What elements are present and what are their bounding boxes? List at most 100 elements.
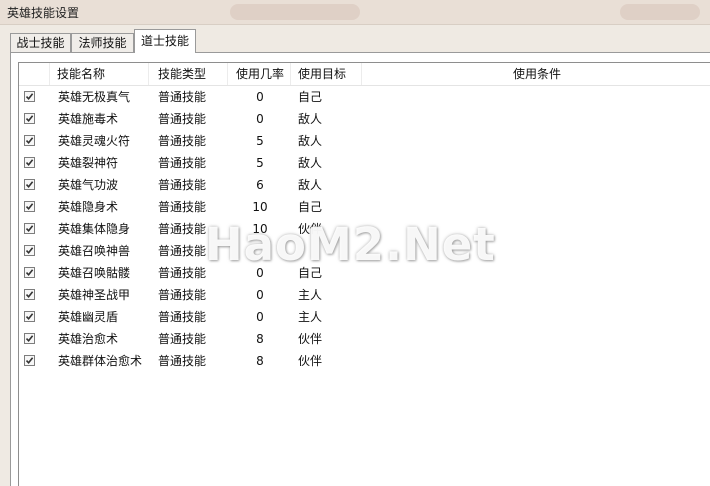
cell-skill-type: 普通技能: [158, 354, 207, 368]
cell-use-target: 自己: [298, 90, 323, 104]
table-row[interactable]: 英雄灵魂火符 普通技能 5 敌人: [19, 130, 710, 152]
cell-use-rate: 5: [256, 134, 264, 148]
cell-skill-type: 普通技能: [158, 244, 207, 258]
table-row[interactable]: 英雄幽灵盾 普通技能 0 主人: [19, 306, 710, 328]
row-checkbox[interactable]: [24, 201, 35, 212]
table-row[interactable]: 英雄召唤神兽 普通技能: [19, 240, 710, 262]
header-use-target[interactable]: 使用目标: [292, 63, 362, 85]
cell-skill-name: 英雄群体治愈术: [58, 354, 143, 368]
header-use-condition[interactable]: 使用条件: [363, 63, 710, 85]
table-row[interactable]: 英雄裂神符 普通技能 5 敌人: [19, 152, 710, 174]
cell-use-target: 敌人: [298, 156, 323, 170]
header-use-rate[interactable]: 使用几率: [229, 63, 291, 85]
table-row[interactable]: 英雄集体隐身 普通技能 10 伙伴: [19, 218, 710, 240]
tab-taoist-skills[interactable]: 道士技能: [134, 29, 196, 53]
skill-table: 技能名称 技能类型 使用几率 使用目标 使用条件 英雄无极真气 普通技能 0 自己 英雄…: [18, 62, 710, 486]
row-checkbox[interactable]: [24, 113, 35, 124]
cell-skill-name: 英雄隐身术: [58, 200, 119, 214]
row-checkbox[interactable]: [24, 355, 35, 366]
cell-skill-name: 英雄幽灵盾: [58, 310, 119, 324]
row-checkbox[interactable]: [24, 267, 35, 278]
cell-skill-type: 普通技能: [158, 266, 207, 280]
table-row[interactable]: 英雄召唤骷髅 普通技能 0 自己: [19, 262, 710, 284]
cell-use-rate: 0: [256, 288, 264, 302]
cell-use-target: 主人: [298, 310, 323, 324]
cell-use-condition: [369, 174, 709, 196]
title-bar: 英雄技能设置: [0, 0, 710, 25]
cell-use-target: 伙伴: [298, 222, 323, 236]
row-checkbox[interactable]: [24, 135, 35, 146]
cell-use-rate: 5: [256, 156, 264, 170]
cell-use-condition: [369, 86, 709, 108]
window-title: 英雄技能设置: [7, 6, 80, 20]
row-checkbox[interactable]: [24, 91, 35, 102]
table-row[interactable]: 英雄隐身术 普通技能 10 自己: [19, 196, 710, 218]
row-checkbox[interactable]: [24, 157, 35, 168]
row-checkbox[interactable]: [24, 223, 35, 234]
cell-use-rate: 0: [256, 90, 264, 104]
header-checkbox-column[interactable]: [19, 63, 50, 85]
tab-warrior-skills[interactable]: 战士技能: [10, 33, 71, 52]
row-checkbox[interactable]: [24, 289, 35, 300]
cell-skill-name: 英雄召唤神兽: [58, 244, 131, 258]
cell-skill-name: 英雄裂神符: [58, 156, 119, 170]
tab-label: 道士技能: [140, 34, 189, 48]
cell-use-rate: 0: [256, 310, 264, 324]
cell-use-target: 敌人: [298, 134, 323, 148]
cell-skill-name: 英雄召唤骷髅: [58, 266, 131, 280]
row-checkbox[interactable]: [24, 311, 35, 322]
table-row[interactable]: 英雄神圣战甲 普通技能 0 主人: [19, 284, 710, 306]
cell-use-rate: 8: [256, 354, 264, 368]
cell-use-condition: [369, 262, 709, 284]
header-skill-type[interactable]: 技能类型: [150, 63, 228, 85]
cell-skill-name: 英雄神圣战甲: [58, 288, 131, 302]
row-checkbox[interactable]: [24, 245, 35, 256]
cell-use-rate: 10: [252, 200, 268, 214]
cell-use-condition: [369, 306, 709, 328]
table-row[interactable]: 英雄气功波 普通技能 6 敌人: [19, 174, 710, 196]
cell-use-condition: [369, 196, 709, 218]
row-checkbox[interactable]: [24, 333, 35, 344]
table-row[interactable]: 英雄施毒术 普通技能 0 敌人: [19, 108, 710, 130]
cell-skill-type: 普通技能: [158, 288, 207, 302]
cell-use-condition: [369, 350, 709, 372]
cell-use-condition: [369, 328, 709, 350]
table-row[interactable]: 英雄治愈术 普通技能 8 伙伴: [19, 328, 710, 350]
cell-skill-name: 英雄治愈术: [58, 332, 119, 346]
cell-skill-name: 英雄气功波: [58, 178, 119, 192]
table-row[interactable]: 英雄无极真气 普通技能 0 自己: [19, 86, 710, 108]
cell-use-condition: [369, 218, 709, 240]
tab-mage-skills[interactable]: 法师技能: [71, 33, 134, 52]
cell-skill-type: 普通技能: [158, 178, 207, 192]
blurred-background: [230, 4, 360, 20]
cell-use-target: 伙伴: [298, 354, 323, 368]
cell-use-target: [298, 240, 362, 262]
cell-use-rate: 0: [256, 266, 264, 280]
cell-skill-type: 普通技能: [158, 112, 207, 126]
cell-skill-type: 普通技能: [158, 200, 207, 214]
cell-skill-type: 普通技能: [158, 332, 207, 346]
cell-use-target: 伙伴: [298, 332, 323, 346]
cell-use-target: 自己: [298, 200, 323, 214]
cell-skill-name: 英雄灵魂火符: [58, 134, 131, 148]
row-checkbox[interactable]: [24, 179, 35, 190]
cell-skill-type: 普通技能: [158, 134, 207, 148]
cell-skill-type: 普通技能: [158, 310, 207, 324]
cell-use-rate: 6: [256, 178, 264, 192]
cell-use-condition: [369, 284, 709, 306]
cell-use-target: 敌人: [298, 112, 323, 126]
blurred-background: [620, 4, 700, 20]
tab-label: 法师技能: [78, 36, 127, 50]
cell-use-condition: [369, 240, 709, 262]
cell-use-target: 自己: [298, 266, 323, 280]
cell-use-condition: [369, 152, 709, 174]
cell-skill-name: 英雄集体隐身: [58, 222, 131, 236]
table-header: 技能名称 技能类型 使用几率 使用目标 使用条件: [19, 63, 710, 86]
cell-use-rate: 10: [252, 222, 268, 236]
cell-skill-type: 普通技能: [158, 156, 207, 170]
cell-skill-type: 普通技能: [158, 90, 207, 104]
header-skill-name[interactable]: 技能名称: [50, 63, 149, 85]
cell-use-condition: [369, 108, 709, 130]
cell-use-rate: 0: [256, 112, 264, 126]
table-row[interactable]: 英雄群体治愈术 普通技能 8 伙伴: [19, 350, 710, 372]
